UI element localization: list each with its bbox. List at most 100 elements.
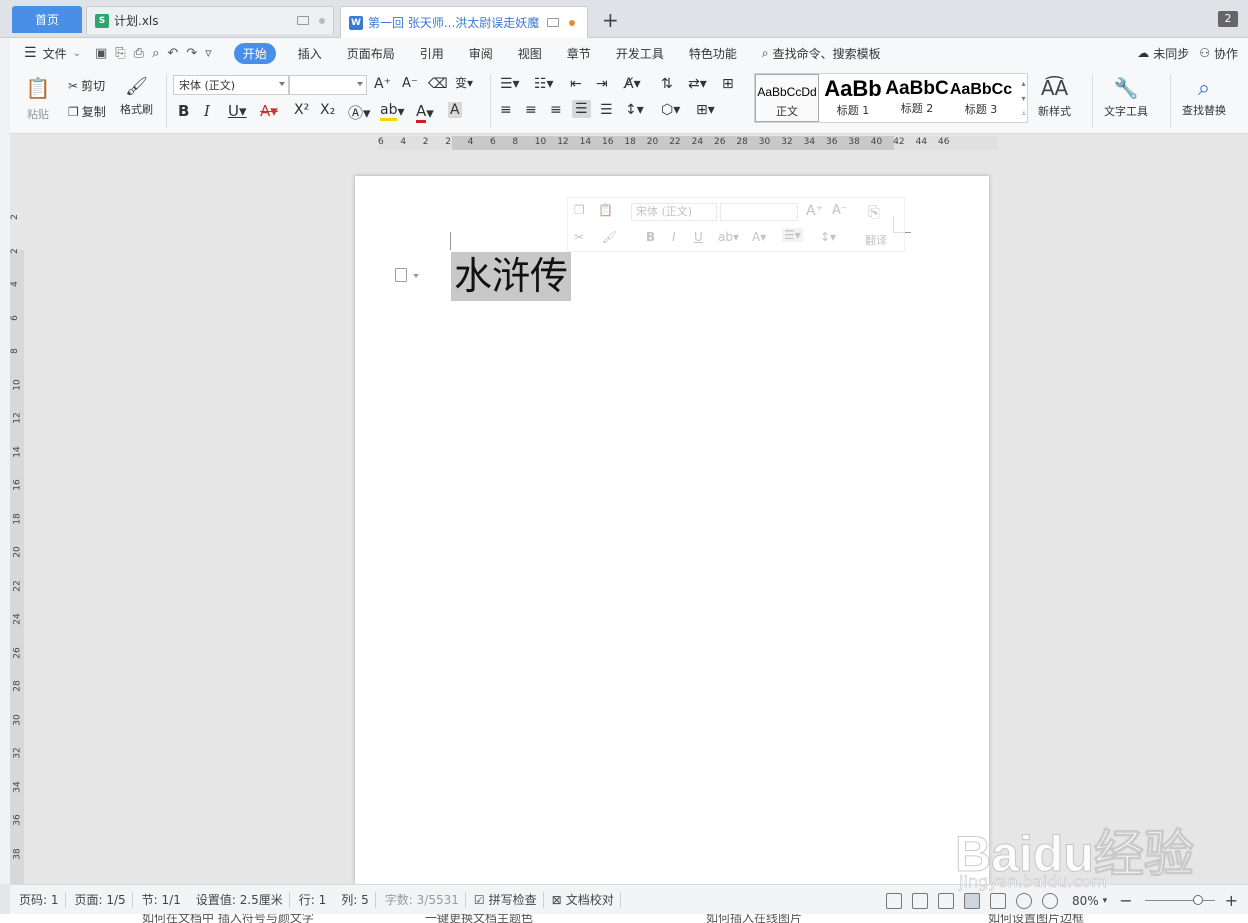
tab-references[interactable]: 引用 <box>420 45 444 62</box>
page-count[interactable]: 页面: 1/5 <box>75 891 126 908</box>
command-search[interactable]: 查找命令、搜索模板 <box>773 45 881 62</box>
scissors-icon[interactable]: ✂ <box>574 230 584 244</box>
style-heading-1[interactable]: AaBb 标题 1 <box>821 74 885 122</box>
justify-icon[interactable]: ☰▾ <box>782 228 803 242</box>
related-link[interactable]: 如何在文档中 插入符号与颜文字 <box>142 914 314 923</box>
font-size-select[interactable] <box>289 75 367 95</box>
underline-button[interactable]: U▾ <box>228 102 247 120</box>
outline-view-icon[interactable] <box>989 892 1006 909</box>
eye-protection-icon[interactable] <box>1041 892 1058 909</box>
print-preview-icon[interactable]: ⌕ <box>152 46 159 61</box>
page-number[interactable]: 页码: 1 <box>19 891 59 908</box>
shading-button[interactable]: ⬡▾ <box>661 102 680 118</box>
undo-icon[interactable]: ↶ <box>167 46 178 61</box>
document-structure-icon[interactable] <box>395 268 407 282</box>
related-link[interactable]: 如何设置图片边框 <box>988 914 1084 923</box>
font-color-icon[interactable]: A▾ <box>752 230 766 244</box>
mini-font-size[interactable] <box>720 203 798 221</box>
tab-page-layout[interactable]: 页面布局 <box>347 45 395 62</box>
paste-icon[interactable]: 📋 <box>598 203 613 217</box>
bold-icon[interactable]: B <box>646 230 655 244</box>
save-icon[interactable]: ▣ <box>95 46 107 61</box>
grow-font-button[interactable]: A⁺ <box>374 76 391 92</box>
shrink-font-button[interactable]: A⁻ <box>402 76 418 91</box>
tab-spreadsheet[interactable]: S 计划.xls <box>86 6 334 34</box>
collaborate-button[interactable]: 协作 <box>1214 45 1238 62</box>
sync-status[interactable]: 未同步 <box>1153 45 1189 62</box>
window-count-badge[interactable]: 2 <box>1218 11 1238 27</box>
format-painter-icon[interactable]: 🖌 <box>602 230 617 244</box>
web-view-icon[interactable] <box>1015 892 1032 909</box>
chevron-down-icon[interactable]: ⌄ <box>73 48 81 59</box>
zoom-out-button[interactable]: − <box>1119 891 1132 910</box>
copy-icon[interactable]: ❐ <box>574 203 585 217</box>
paste-button[interactable]: 📋 粘贴 <box>20 76 56 122</box>
document-title-text[interactable]: 水浒传 <box>451 252 572 301</box>
align-right-button[interactable]: ≡ <box>550 102 562 118</box>
read-mode-icon[interactable] <box>911 892 928 909</box>
export-pdf-icon[interactable]: ⎘ <box>115 46 125 61</box>
distributed-button[interactable]: ☰ <box>600 102 613 118</box>
doc-proofread-button[interactable]: 文档校对 <box>566 891 614 908</box>
setting-value[interactable]: 设置值: 2.5厘米 <box>196 891 283 908</box>
col-info[interactable]: 列: 5 <box>341 891 369 908</box>
justify-button[interactable]: ☰ <box>572 100 591 118</box>
file-menu[interactable]: 文件 <box>43 45 67 62</box>
char-shading-button[interactable]: A <box>448 102 462 118</box>
borders-button[interactable]: ⊞▾ <box>696 102 715 118</box>
tab-home[interactable]: 首页 <box>12 6 82 33</box>
new-tab-button[interactable]: + <box>602 8 619 32</box>
table-grid-button[interactable]: ⊞ <box>722 76 734 92</box>
vertical-ruler[interactable]: 2 2 4 6 8 10 12 14 16 18 20 22 24 26 28 30 32 34 36 38 <box>10 152 24 884</box>
styles-scroll[interactable]: ▴ ▾ ⩡ <box>1021 76 1026 121</box>
hamburger-icon[interactable]: ☰ <box>24 45 37 61</box>
text-effect-button[interactable]: Ⓐ▾ <box>348 102 371 123</box>
bold-button[interactable]: B <box>178 102 189 120</box>
zoom-in-button[interactable]: + <box>1225 891 1238 910</box>
spell-check-button[interactable]: 拼写检查 <box>489 891 537 908</box>
tab-document[interactable]: W 第一回 张天师...洪太尉误走妖魔 <box>340 6 588 38</box>
chevron-down-icon[interactable]: ▾ <box>1103 896 1108 906</box>
highlighter-icon[interactable]: ab▾ <box>718 230 739 244</box>
tab-home-ribbon[interactable]: 开始 <box>233 42 276 64</box>
clear-format-button[interactable]: ⌫ <box>428 76 448 92</box>
superscript-button[interactable]: X² <box>294 102 309 118</box>
page-view-icon[interactable] <box>963 892 980 909</box>
strikethrough-button[interactable]: A▾ <box>260 102 278 120</box>
style-heading-2[interactable]: AaBbC 标题 2 <box>885 74 949 122</box>
mini-font-name[interactable]: 宋体 (正文) <box>631 203 717 221</box>
shrink-font-icon[interactable]: A⁻ <box>832 203 848 218</box>
fullscreen-icon[interactable] <box>885 892 902 909</box>
tab-features[interactable]: 特色功能 <box>689 45 737 62</box>
align-center-button[interactable]: ≡ <box>525 102 537 118</box>
subscript-button[interactable]: X₂ <box>320 102 335 118</box>
font-color-button[interactable]: A ▾ <box>416 102 434 123</box>
tab-view[interactable]: 视图 <box>518 45 542 62</box>
chevron-down-icon[interactable] <box>413 274 419 278</box>
grow-font-icon[interactable]: A⁺ <box>806 203 823 219</box>
tab-chapter[interactable]: 章节 <box>567 45 591 62</box>
translate-label[interactable]: 翻译 <box>865 232 887 248</box>
underline-icon[interactable]: U <box>694 230 703 244</box>
horizontal-ruler[interactable]: 6 4 2 2 4 6 8 10 12 14 16 18 20 22 24 26 28 30 32 34 36 38 40 4… <box>10 134 1248 152</box>
copy-button[interactable]: ❐ 复制 <box>68 103 106 120</box>
pen-icon[interactable] <box>937 892 954 909</box>
italic-icon[interactable]: I <box>672 230 676 244</box>
phonetic-guide-button[interactable]: 变▾ <box>455 74 473 91</box>
highlight-button[interactable]: ab ▾ <box>380 102 405 121</box>
decrease-indent-button[interactable]: ⇤ <box>570 76 582 92</box>
redo-icon[interactable]: ↷ <box>186 46 197 61</box>
line-spacing-button[interactable]: ↕▾ <box>625 102 644 118</box>
row-info[interactable]: 行: 1 <box>299 891 327 908</box>
related-link[interactable]: 一键更换文档主题色 <box>425 914 533 923</box>
line-spacing-icon[interactable]: ↕▾ <box>820 230 836 244</box>
align-left-button[interactable]: ≡ <box>500 102 512 118</box>
numbering-button[interactable]: ☷▾ <box>534 76 554 92</box>
section-info[interactable]: 节: 1/1 <box>142 891 181 908</box>
font-name-select[interactable]: 宋体 (正文) <box>173 75 289 95</box>
sort-button[interactable]: ⇅ <box>661 76 673 92</box>
translate-icon[interactable]: ⎘ <box>868 203 880 221</box>
tab-developer[interactable]: 开发工具 <box>616 45 664 62</box>
tab-insert[interactable]: 插入 <box>298 45 322 62</box>
word-count[interactable]: 字数: 3/5531 <box>385 891 459 908</box>
